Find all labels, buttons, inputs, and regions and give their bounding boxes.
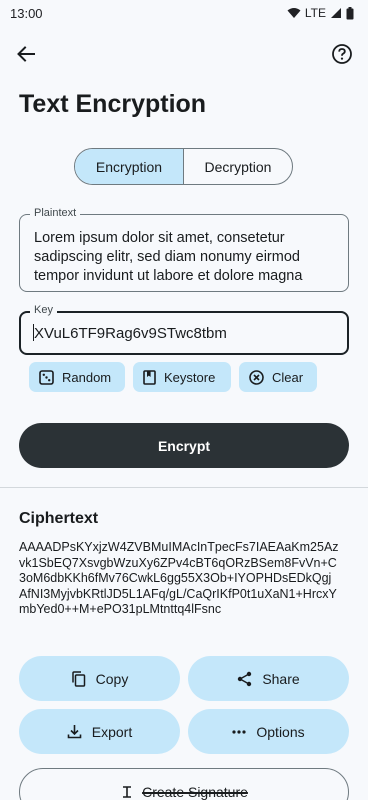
dice-icon: [39, 369, 54, 385]
wifi-icon: [287, 8, 301, 18]
key-input[interactable]: XVuL6TF9Rag6v9STwc8tbm: [34, 325, 227, 342]
clear-key-button[interactable]: Clear: [239, 362, 317, 392]
key-label: Key: [30, 304, 57, 316]
page-title: Text Encryption: [19, 90, 207, 118]
share-button[interactable]: Share: [188, 656, 349, 701]
random-key-label: Random: [62, 369, 112, 385]
plaintext-field[interactable]: Plaintext Lorem ipsum dolor sit amet, co…: [19, 207, 349, 292]
copy-button[interactable]: Copy: [19, 656, 180, 701]
create-signature-button[interactable]: Create Signature: [19, 768, 349, 800]
encrypt-button[interactable]: Encrypt: [19, 423, 349, 468]
export-button[interactable]: Export: [19, 709, 180, 754]
keystore-label: Keystore: [164, 369, 216, 385]
signal-icon: [331, 8, 341, 18]
options-label: Options: [256, 723, 305, 740]
tab-encryption[interactable]: Encryption: [75, 149, 183, 184]
plaintext-input[interactable]: Lorem ipsum dolor sit amet, consetetur s…: [34, 229, 338, 286]
options-button[interactable]: Options: [188, 709, 349, 754]
ciphertext-title: Ciphertext: [19, 510, 99, 527]
copy-icon: [71, 670, 85, 687]
share-icon: [238, 671, 252, 686]
network-type: LTE: [304, 6, 326, 20]
back-button[interactable]: [10, 38, 42, 70]
create-signature-label: Create Signature: [142, 784, 248, 800]
help-icon: [332, 44, 352, 64]
download-icon: [67, 725, 82, 739]
clear-circle-icon: [249, 369, 264, 385]
more-horizontal-icon: [232, 729, 246, 734]
bookmark-icon: [143, 369, 156, 385]
keystore-button[interactable]: Keystore: [133, 362, 231, 392]
key-input-wrapper[interactable]: XVuL6TF9Rag6v9STwc8tbm: [33, 324, 227, 342]
battery-icon: [346, 6, 354, 19]
arrow-back-icon: [17, 46, 35, 62]
copy-label: Copy: [95, 670, 129, 687]
plaintext-label: Plaintext: [30, 207, 81, 219]
section-divider: [0, 487, 368, 488]
signature-icon: [123, 786, 132, 798]
export-label: Export: [91, 723, 133, 740]
clear-label: Clear: [272, 369, 304, 385]
top-app-bar: [0, 36, 368, 72]
key-field[interactable]: Key XVuL6TF9Rag6v9STwc8tbm: [19, 304, 349, 355]
ciphertext-output: AAAADPsKYxjzW4ZVBMuIMAcInTpecFs7IAEAaKm2…: [19, 540, 339, 616]
status-icons: LTE: [287, 6, 354, 20]
mode-segmented-control: Encryption Decryption: [74, 148, 293, 185]
share-label: Share: [262, 670, 300, 687]
status-time: 13:00: [10, 5, 43, 21]
random-key-button[interactable]: Random: [29, 362, 125, 392]
help-button[interactable]: [326, 38, 358, 70]
status-bar: 13:00 LTE: [0, 0, 368, 26]
tab-decryption[interactable]: Decryption: [183, 149, 292, 184]
